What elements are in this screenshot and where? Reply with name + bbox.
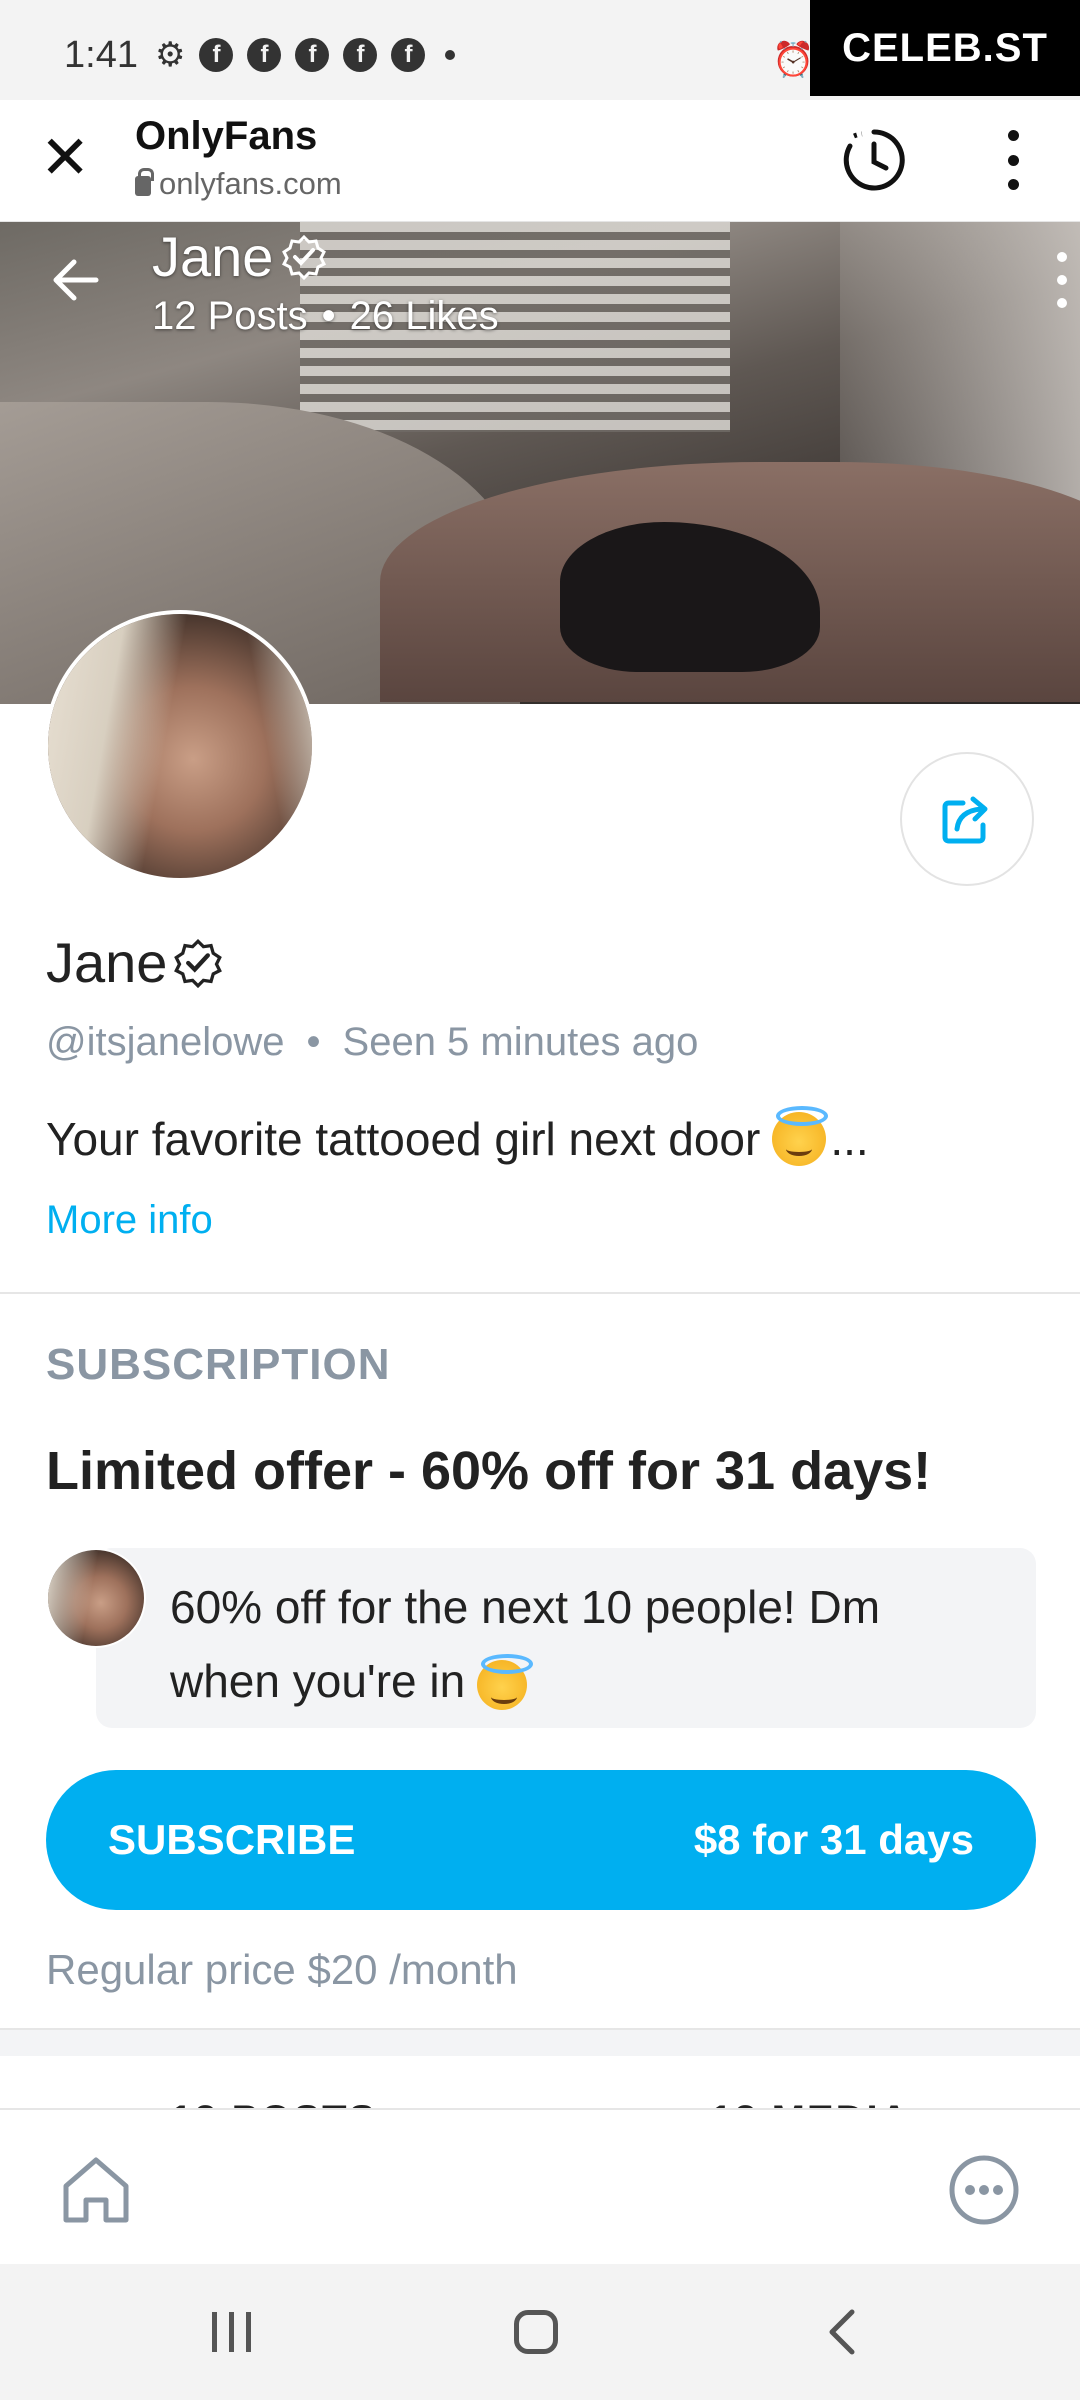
message-avatar — [46, 1548, 146, 1648]
bottom-app-bar — [0, 2108, 1080, 2264]
facebook-icon: f — [391, 38, 426, 72]
profile-handle-row: @itsjanelowe • Seen 5 minutes ago — [46, 1020, 698, 1065]
stats-separator: • — [321, 294, 336, 338]
subscription-heading: SUBSCRIPTION — [46, 1340, 391, 1389]
history-icon[interactable] — [840, 126, 908, 194]
divider — [0, 1292, 1080, 1294]
subscribe-button[interactable]: SUBSCRIBE $8 for 31 days — [46, 1770, 1036, 1910]
likes-count: 26 Likes — [349, 294, 499, 338]
cover-name: Jane — [152, 224, 327, 289]
section-divider — [0, 2028, 1080, 2056]
profile-name-text: Jane — [46, 931, 168, 994]
url-text: onlyfans.com — [159, 166, 342, 201]
handle-separator: • — [306, 1020, 321, 1064]
last-seen: Seen 5 minutes ago — [342, 1020, 699, 1064]
bio-ellipsis: ... — [830, 1113, 869, 1165]
chat-icon[interactable] — [948, 2154, 1020, 2226]
tab-media[interactable]: 12 MEDIA — [710, 2098, 911, 2108]
cover-stats: 12 Posts • 26 Likes — [152, 294, 499, 339]
facebook-icon: f — [199, 38, 234, 72]
bio-text: Your favorite tattooed girl next door — [46, 1113, 761, 1165]
browser-url[interactable]: onlyfans.com — [135, 166, 342, 202]
more-info-link[interactable]: More info — [46, 1198, 213, 1243]
lock-icon — [135, 168, 154, 196]
system-back-icon[interactable] — [822, 2308, 862, 2356]
profile-name: Jane — [46, 930, 223, 995]
profile-menu-icon[interactable] — [1052, 252, 1072, 308]
subscribe-price: $8 for 31 days — [693, 1816, 974, 1863]
system-home-icon[interactable] — [514, 2310, 558, 2354]
facebook-icon: f — [295, 38, 330, 72]
profile-handle: @itsjanelowe — [46, 1020, 285, 1064]
verified-badge-icon — [174, 938, 223, 988]
watermark: CELEB.ST — [810, 0, 1080, 96]
back-arrow-icon[interactable] — [48, 252, 104, 308]
facebook-icon: f — [247, 38, 282, 72]
share-icon — [942, 796, 988, 844]
profile-bio: Your favorite tattooed girl next door ..… — [46, 1106, 869, 1166]
verified-badge-icon — [282, 234, 327, 280]
notification-icons: ⚙ f f f f f — [155, 36, 456, 74]
close-icon[interactable]: ✕ — [40, 128, 90, 188]
posts-count: 12 Posts — [152, 294, 308, 338]
more-notifications-dot-icon — [445, 50, 456, 60]
system-nav-bar — [0, 2264, 1080, 2400]
facebook-icon: f — [343, 38, 378, 72]
offer-title: Limited offer - 60% off for 31 days! — [46, 1441, 932, 1501]
content-tabs: 12 POSTS 12 MEDIA — [0, 2056, 1080, 2108]
offer-message-line2: when you're in — [170, 1655, 466, 1707]
angel-emoji-icon — [477, 1653, 534, 1710]
subscribe-label: SUBSCRIBE — [108, 1816, 356, 1863]
home-icon[interactable] — [56, 2150, 136, 2230]
tab-posts[interactable]: 12 POSTS — [170, 2098, 377, 2108]
cover-name-text: Jane — [152, 225, 274, 288]
offer-message-line1: 60% off for the next 10 people! Dm — [170, 1581, 881, 1633]
browser-title: OnlyFans — [135, 114, 318, 158]
alarm-icon: ⏰ — [772, 41, 815, 79]
settings-icon: ⚙ — [155, 36, 186, 74]
more-options-icon[interactable] — [998, 130, 1028, 190]
status-time: 1:41 — [64, 34, 138, 76]
regular-price: Regular price $20 /month — [46, 1946, 518, 1993]
avatar[interactable] — [44, 610, 316, 882]
angel-emoji-icon — [772, 1106, 829, 1166]
browser-toolbar: ✕ OnlyFans onlyfans.com — [0, 100, 1080, 222]
offer-message-bubble: 60% off for the next 10 people! Dm when … — [96, 1548, 1036, 1728]
recent-apps-icon[interactable] — [212, 2312, 251, 2352]
share-button[interactable] — [900, 752, 1034, 886]
